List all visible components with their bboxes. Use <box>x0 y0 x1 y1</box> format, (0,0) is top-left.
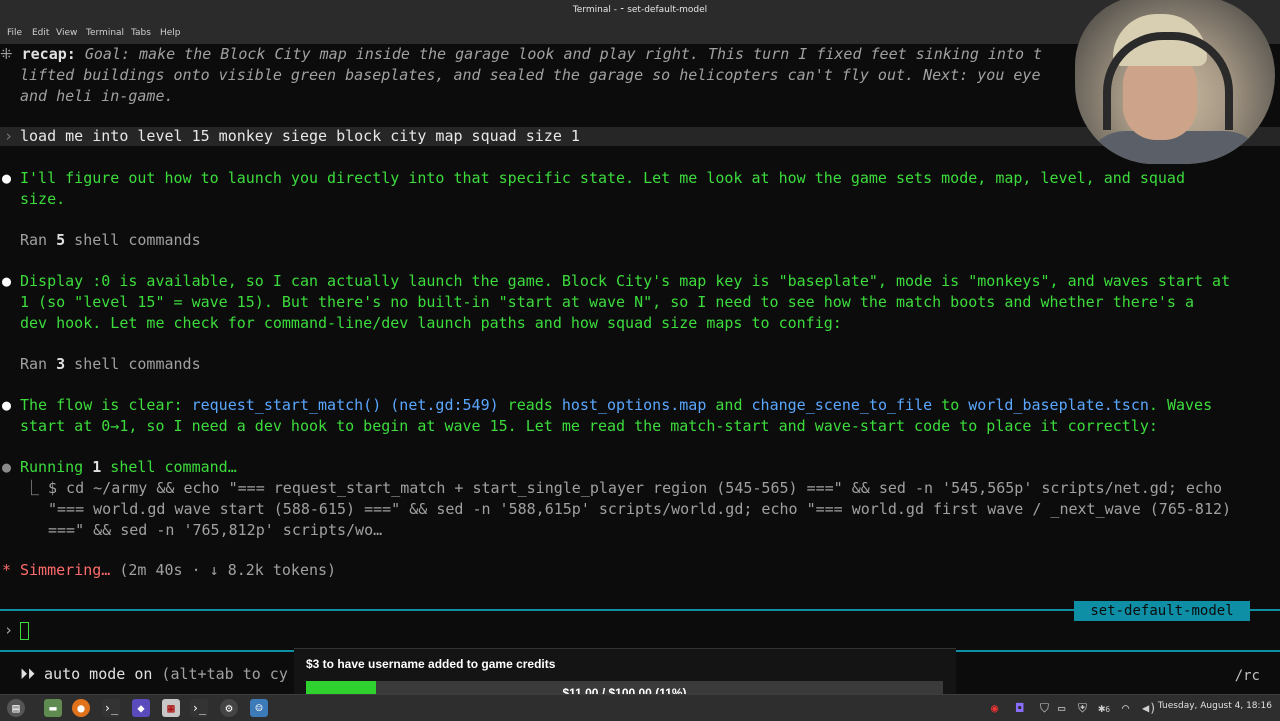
window-title: Terminal - ⁃ set-default-model <box>572 5 708 15</box>
assistant-message-1: I'll figure out how to launch you direct… <box>20 169 1185 187</box>
menu-view[interactable]: View <box>56 28 77 38</box>
bullet-icon: ● <box>2 396 12 414</box>
assistant-message-2: Display :0 is available, so I can actual… <box>20 272 1231 290</box>
rc-label: /rc <box>1234 668 1260 684</box>
code-ref: request_start_match() <box>191 396 382 414</box>
ran-prefix: Ran <box>20 355 57 373</box>
ran-suffix: shell commands <box>65 231 201 249</box>
recap-line-3: and heli in-game. <box>20 87 174 105</box>
status-line: Simmering… (2m 40s · ↓ 8.2k tokens) <box>20 560 336 581</box>
godot-icon[interactable]: ☺ <box>250 699 268 717</box>
ran-prefix: Ran <box>20 231 57 249</box>
input-cursor[interactable] <box>20 622 29 640</box>
running-bullet-icon: ● <box>2 458 12 476</box>
recap-icon: ⁜ <box>0 45 22 63</box>
recap-line-2: lifted buildings onto visible green base… <box>20 66 1041 84</box>
running-prefix: Running <box>20 458 93 476</box>
text-segment: The flow is clear: <box>20 396 192 414</box>
text-segment <box>381 396 390 414</box>
security-icon[interactable]: ⛉ <box>1040 701 1049 716</box>
discord-icon[interactable]: ◘ <box>1016 701 1023 715</box>
clipboard-icon[interactable]: ▭ <box>1058 701 1065 715</box>
menu-terminal[interactable]: Terminal <box>86 28 124 38</box>
spinner-icon: * <box>2 561 12 579</box>
bullet-icon: ● <box>2 272 12 290</box>
auto-mode-indicator: ⏵⏵ auto mode on (alt+tab to cy <box>20 664 288 685</box>
recap-text: Goal: make the Block City map inside the… <box>84 45 1043 63</box>
text-segment: and <box>706 396 752 414</box>
code-ref: (net.gd:549) <box>390 396 499 414</box>
notifications-icon[interactable]: ✱6 <box>1098 701 1110 715</box>
auto-mode-hint: (alt+tab to cy <box>152 665 288 683</box>
auto-mode-label: auto mode on <box>44 665 153 683</box>
ran-suffix: shell commands <box>65 355 201 373</box>
text-editor-icon[interactable]: ▦ <box>162 699 180 717</box>
shell-command-line-2: "=== world.gd wave start (588-615) ===" … <box>48 500 1232 518</box>
running-suffix: shell command… <box>101 458 237 476</box>
recap-label: recap: <box>21 45 76 63</box>
model-tag: set-default-model <box>1074 601 1250 621</box>
running-count: 1 <box>92 458 102 476</box>
app-icon[interactable]: ◆ <box>132 699 150 717</box>
status-label: Simmering… <box>20 561 111 579</box>
prompt-chevron-icon: › <box>4 127 14 145</box>
wifi-icon[interactable]: ◠ <box>1122 701 1129 715</box>
ran-count: 5 <box>56 231 66 249</box>
notification-count: 6 <box>1105 705 1111 714</box>
terminal-icon[interactable]: ›_ <box>102 699 120 717</box>
code-ref: change_scene_to_file <box>751 396 933 414</box>
text-segment: to <box>932 396 969 414</box>
taskbar: ▤ ▬ ● ›_ ◆ ▦ ›_ ⚙ ☺ ◉ ◘ ⛉ ▭ ⛨ ✱6 ◠ ◀) Tu… <box>0 694 1280 721</box>
fast-forward-icon: ⏵⏵ <box>20 665 45 683</box>
update-icon[interactable]: ⛨ <box>1078 701 1087 716</box>
user-prompt: load me into level 15 monkey siege block… <box>20 127 580 145</box>
input-prompt-icon: › <box>4 621 14 639</box>
menu-tabs[interactable]: Tabs <box>131 28 151 38</box>
settings-icon[interactable]: ⚙ <box>220 699 238 717</box>
ran-commands-2[interactable]: Ran 3 shell commands <box>20 354 201 375</box>
text-segment: . Waves <box>1148 396 1213 414</box>
ran-commands-1[interactable]: Ran 5 shell commands <box>20 230 201 251</box>
menu-help[interactable]: Help <box>160 28 181 38</box>
volume-icon[interactable]: ◀) <box>1142 701 1156 715</box>
assistant-message-3-cont: start at 0→1, so I need a dev hook to be… <box>20 417 1158 435</box>
assistant-message-2-cont: dev hook. Let me check for command-line/… <box>20 314 842 332</box>
start-menu-icon[interactable]: ▤ <box>7 699 25 717</box>
recap-line-1: ⁜ recap: Goal: make the Block City map i… <box>0 44 1042 65</box>
assistant-message-2-cont: 1 (so "level 15" = wave 15). But there's… <box>20 293 1194 311</box>
window-titlebar[interactable]: Terminal - ⁃ set-default-model <box>0 0 1280 23</box>
shell-command-line-1: $ cd ~/army && echo "=== request_start_m… <box>48 479 1222 497</box>
donation-goal-title: $3 to have username added to game credit… <box>306 657 556 671</box>
text-segment: reads <box>498 396 562 414</box>
record-icon[interactable]: ◉ <box>991 701 998 715</box>
file-manager-icon[interactable]: ▬ <box>44 699 62 717</box>
assistant-message-1-cont: size. <box>20 190 66 208</box>
bullet-icon: ● <box>2 169 12 187</box>
menu-edit[interactable]: Edit <box>32 28 49 38</box>
firefox-icon[interactable]: ● <box>72 699 90 717</box>
assistant-message-3: The flow is clear: request_start_match()… <box>20 395 1212 416</box>
ran-count: 3 <box>56 355 66 373</box>
taskbar-clock[interactable]: Tuesday, August 4, 18:16 <box>1158 701 1272 711</box>
terminal-output[interactable]: ⁜ recap: Goal: make the Block City map i… <box>0 44 1280 694</box>
webcam-headset <box>1103 32 1233 130</box>
webcam-overlay <box>1075 0 1275 164</box>
menu-file[interactable]: File <box>7 28 22 38</box>
code-ref: host_options.map <box>561 396 707 414</box>
tree-branch-icon: ⎿ <box>24 479 40 497</box>
shell-command-line-3: ===" && sed -n '765,812p' scripts/wo… <box>48 521 383 539</box>
terminal-window-icon[interactable]: ›_ <box>190 699 208 717</box>
running-command: Running 1 shell command… <box>20 457 237 478</box>
code-ref: world_baseplate.tscn <box>968 396 1149 414</box>
status-detail: (2m 40s · ↓ 8.2k tokens) <box>110 561 337 579</box>
